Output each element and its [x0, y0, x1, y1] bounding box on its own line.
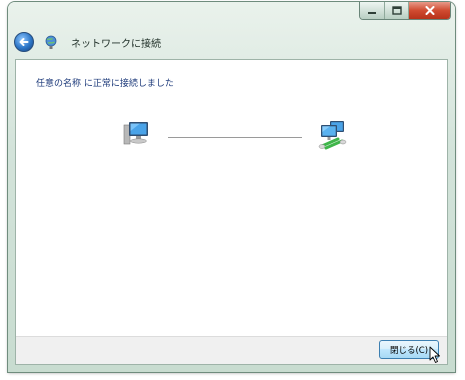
- minimize-icon: [368, 11, 376, 14]
- maximize-button[interactable]: [384, 2, 408, 19]
- dialog-footer: 閉じる(C): [16, 336, 447, 364]
- content-panel: 任意の名称 に正常に接続しました 閉じる(C): [15, 59, 448, 365]
- window-title: ネットワークに接続: [71, 38, 161, 50]
- dialog-window: ネットワークに接続 任意の名称 に正常に接続しました 閉じる(C): [8, 2, 455, 372]
- title-bar: ネットワークに接続: [8, 2, 455, 60]
- maximize-icon: [391, 6, 402, 15]
- navigation-row: ネットワークに接続: [14, 30, 161, 54]
- close-dialog-button[interactable]: 閉じる(C): [379, 340, 439, 359]
- back-arrow-icon: [19, 38, 29, 46]
- close-icon: [425, 6, 434, 15]
- connection-line: [168, 137, 302, 138]
- caption-buttons: [359, 2, 451, 20]
- back-button[interactable]: [14, 32, 34, 52]
- connection-status-message: 任意の名称 に正常に接続しました: [36, 79, 174, 89]
- close-button[interactable]: [408, 2, 450, 19]
- network-icon: [43, 34, 59, 50]
- connected-network-computer-icon: [318, 121, 347, 150]
- minimize-button[interactable]: [360, 2, 384, 19]
- computer-icon: [123, 122, 148, 145]
